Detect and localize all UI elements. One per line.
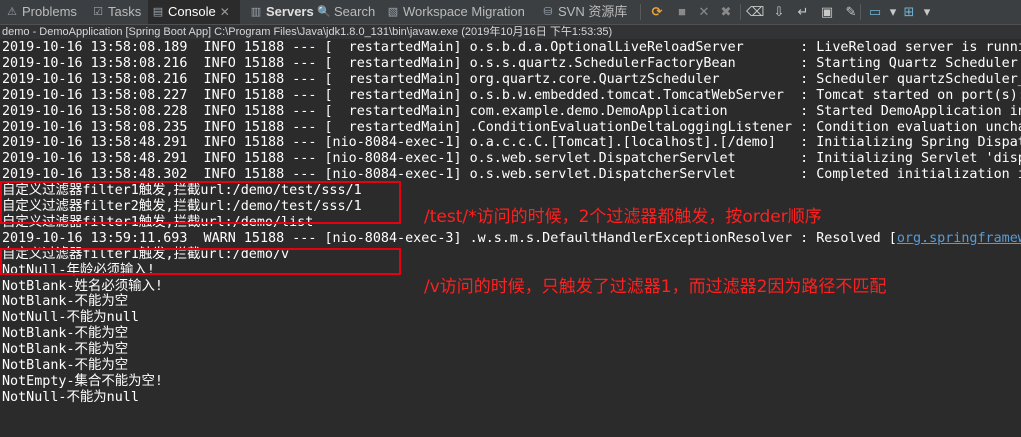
console-line-text: NotBlank-姓名必须输入! — [2, 278, 163, 294]
console-line-text: 2019-10-16 13:59:11.693 WARN 15188 --- [… — [2, 230, 897, 246]
search-icon: 🔍 — [317, 6, 331, 18]
console-line: 2019-10-16 13:58:48.291 INFO 15188 --- [… — [2, 151, 1021, 167]
tab-svn[interactable]: ⛁ SVN 资源库 — [538, 0, 628, 24]
console-line: 2019-10-16 13:58:08.189 INFO 15188 --- [… — [2, 40, 1021, 56]
console-line-text: 2019-10-16 13:58:48.302 INFO 15188 --- [… — [2, 167, 1021, 183]
toolbar-separator — [860, 4, 861, 20]
scroll-lock-icon[interactable]: ⇩ — [770, 3, 788, 21]
tab-label: Search — [334, 4, 376, 19]
word-wrap-icon[interactable]: ↵ — [794, 3, 812, 21]
tab-servers[interactable]: ▥ Servers — [246, 0, 314, 24]
highlight-box-v-filter — [0, 248, 401, 275]
console-line-text: 2019-10-16 13:58:08.189 INFO 15188 --- [… — [2, 40, 1021, 55]
tab-problems[interactable]: ⚠ Problems — [2, 0, 84, 24]
console-line-text: 2019-10-16 13:58:08.228 INFO 15188 --- [… — [2, 103, 1021, 119]
tab-label: Servers — [266, 4, 314, 19]
tab-label: Problems — [22, 4, 77, 19]
console-line-text: 2019-10-16 13:58:08.227 INFO 15188 --- [… — [2, 87, 1021, 103]
console-line-text: NotNull-不能为null — [2, 389, 139, 405]
console-line: NotBlank-不能为空 — [2, 294, 128, 310]
close-icon[interactable]: ✕ — [220, 5, 230, 19]
workspace-migration-icon: ▧ — [387, 6, 399, 18]
console-line: 2019-10-16 13:58:08.228 INFO 15188 --- [… — [2, 104, 1021, 120]
tab-label: Tasks — [108, 4, 142, 19]
tasks-icon: ☑ — [93, 6, 103, 18]
console-line: NotBlank-姓名必须输入! — [2, 279, 163, 295]
console-view-tabbar: ⚠ Problems ☑ Tasks ▤ Console ✕ ▥ Servers 🔍 Search ▧… — [0, 0, 1021, 25]
console-line: NotBlank-不能为空 — [2, 342, 128, 358]
console-line: 2019-10-16 13:58:08.216 INFO 15188 --- [… — [2, 56, 1021, 72]
problems-icon: ⚠ — [7, 6, 17, 18]
console-line: 2019-10-16 13:58:08.216 INFO 15188 --- [… — [2, 72, 1021, 88]
console-line: 2019-10-16 13:59:11.693 WARN 15188 --- [… — [2, 231, 1021, 247]
console-line-text: NotBlank-不能为空 — [2, 326, 129, 342]
console-line-text: NotBlank-不能为空 — [2, 358, 129, 373]
pin-console-icon[interactable]: ✎ — [842, 3, 860, 21]
console-line-text: NotBlank-不能为空 — [2, 342, 129, 358]
tab-search[interactable]: 🔍 Search — [314, 0, 380, 24]
open-console-icon[interactable]: ⊞ — [900, 3, 918, 21]
launch-description: demo - DemoApplication [Spring Boot App]… — [0, 25, 1021, 39]
annotation-test-path: /test/*访问的时候，2个过滤器都触发，按order顺序 — [424, 207, 822, 227]
console-line-text: 2019-10-16 13:58:08.235 INFO 15188 --- [… — [2, 119, 1021, 135]
tab-tasks[interactable]: ☑ Tasks — [88, 0, 144, 24]
tab-label: Workspace Migration — [403, 4, 525, 19]
highlight-box-test-filters — [0, 181, 401, 224]
remove-all-terminated-icon[interactable]: ✖ — [717, 3, 735, 21]
console-line-text: 2019-10-16 13:58:08.216 INFO 15188 --- [… — [2, 55, 1021, 71]
console-line-text: 2019-10-16 13:58:48.291 INFO 15188 --- [… — [2, 151, 1021, 167]
console-line-text: 2019-10-16 13:58:08.216 INFO 15188 --- [… — [2, 71, 1021, 87]
console-line: NotBlank-不能为空 — [2, 326, 128, 342]
console-line: NotNull-不能为null — [2, 310, 139, 326]
console-output[interactable]: 2019-10-16 13:58:08.189 INFO 15188 --- [… — [0, 40, 1021, 437]
console-line: NotEmpty-集合不能为空! — [2, 374, 163, 390]
tab-console[interactable]: ▤ Console ✕ — [148, 0, 240, 24]
console-icon: ▤ — [152, 6, 164, 18]
clear-console-icon[interactable]: ⌫ — [746, 3, 764, 21]
remove-launch-icon[interactable]: ✕ — [695, 3, 713, 21]
console-line-text: NotBlank-不能为空 — [2, 294, 129, 310]
console-stack-link[interactable]: org.springframew — [897, 231, 1021, 246]
terminate-icon[interactable]: ■ — [673, 3, 691, 21]
servers-icon: ▥ — [250, 6, 262, 18]
tab-workspace-migration[interactable]: ▧ Workspace Migration — [383, 0, 533, 24]
tab-label: SVN 资源库 — [558, 4, 628, 19]
show-on-output-icon[interactable]: ▣ — [818, 3, 836, 21]
refresh-icon[interactable]: ⟳ — [648, 3, 666, 21]
console-line-text: NotNull-不能为null — [2, 310, 139, 326]
annotation-v-path: /v访问的时候，只触发了过滤器1，而过滤器2因为路径不匹配 — [424, 277, 887, 297]
console-line: 2019-10-16 13:58:08.227 INFO 15188 --- [… — [2, 88, 1021, 104]
toolbar-separator — [740, 4, 741, 20]
toolbar-separator — [640, 4, 641, 20]
console-line: NotBlank-不能为空 — [2, 358, 128, 374]
console-line-text: 2019-10-16 13:58:48.291 INFO 15188 --- [… — [2, 135, 1021, 151]
tab-label: Console — [168, 4, 216, 19]
open-console-dropdown-icon[interactable]: ▾ — [918, 3, 936, 21]
svn-icon: ⛁ — [543, 6, 553, 18]
display-selected-console-icon[interactable]: ▭ — [866, 3, 884, 21]
console-line: 2019-10-16 13:58:48.291 INFO 15188 --- [… — [2, 135, 1021, 151]
console-line: NotNull-不能为null — [2, 390, 139, 406]
console-line-text: NotEmpty-集合不能为空! — [2, 373, 163, 389]
console-line: 2019-10-16 13:58:08.235 INFO 15188 --- [… — [2, 120, 1021, 136]
